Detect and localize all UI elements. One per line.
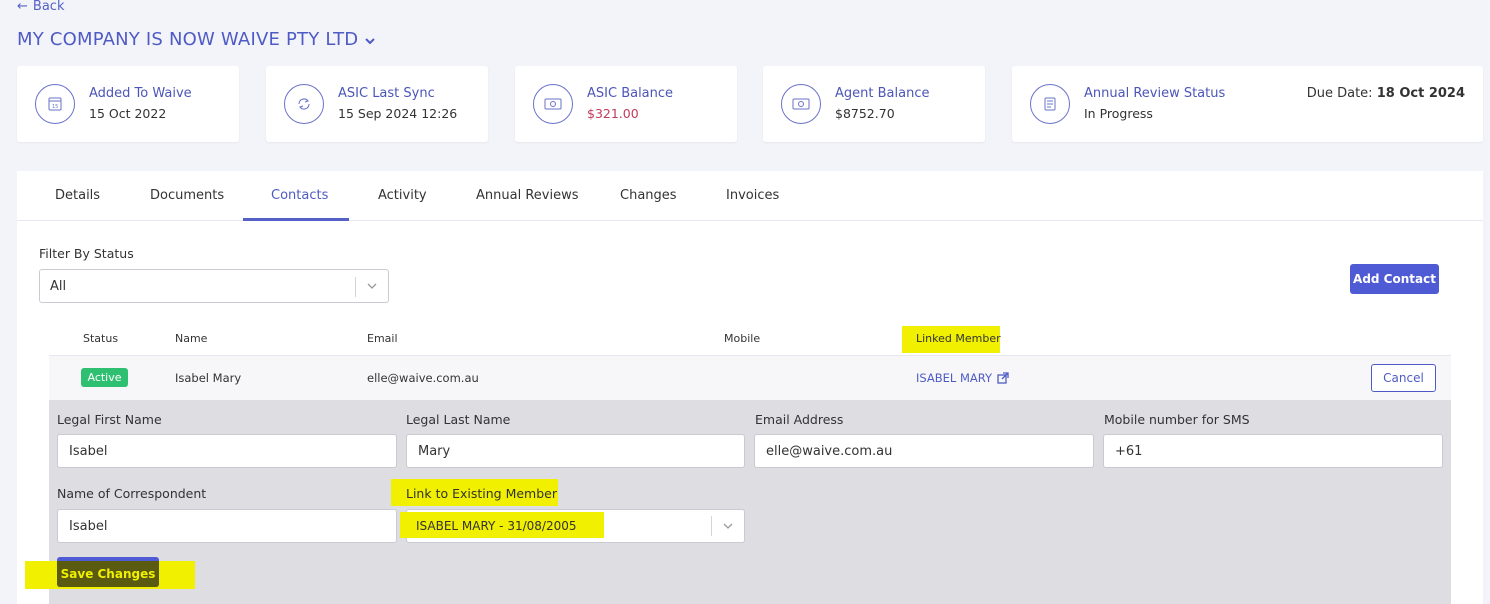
contact-name: Isabel Mary (175, 371, 242, 385)
money-icon (781, 84, 821, 124)
active-tab-indicator (243, 218, 349, 221)
calendar-icon: 15 (35, 84, 75, 124)
card-value: In Progress (1084, 106, 1153, 121)
link-member-value: ISABEL MARY - 31/08/2005 (416, 519, 577, 533)
tab-activity[interactable]: Activity (378, 188, 427, 203)
card-title: ASIC Balance (587, 86, 674, 101)
card-value: 15 Oct 2022 (89, 106, 167, 121)
document-icon (1030, 84, 1070, 124)
svg-text:15: 15 (52, 104, 58, 110)
status-filter-select[interactable]: All (39, 269, 389, 303)
cancel-button[interactable]: Cancel (1371, 364, 1436, 392)
save-changes-label: Save Changes (57, 561, 159, 587)
last-name-label: Legal Last Name (406, 412, 511, 427)
tab-changes[interactable]: Changes (620, 188, 677, 203)
first-name-label: Legal First Name (57, 412, 162, 427)
tab-bar: Details Documents Contacts Activity Annu… (17, 171, 1483, 221)
tab-contacts[interactable]: Contacts (271, 188, 328, 203)
link-member-label: Link to Existing Member (406, 486, 557, 501)
linked-member-link[interactable]: ISABEL MARY (916, 371, 1009, 385)
card-value: $321.00 (587, 106, 639, 121)
column-header-status: Status (83, 332, 119, 345)
back-label: Back (32, 0, 65, 14)
tab-documents[interactable]: Documents (150, 188, 224, 203)
correspondent-value: Isabel (69, 519, 108, 534)
filter-label: Filter By Status (39, 246, 134, 261)
chevron-down-icon (365, 37, 376, 44)
due-date-label: Due Date: (1306, 86, 1373, 101)
card-value: 15 Sep 2024 12:26 (338, 106, 458, 121)
back-link[interactable]: ← Back (17, 0, 64, 14)
table-row: Active Isabel Mary elle@waive.com.au ISA… (49, 356, 1451, 400)
card-asic-last-sync: ASIC Last Sync 15 Sep 2024 12:26 (266, 66, 488, 142)
card-title: ASIC Last Sync (338, 86, 435, 101)
company-name: MY COMPANY IS NOW WAIVE PTY LTD (17, 29, 359, 50)
arrow-left-icon: ← (17, 0, 28, 14)
external-link-icon (997, 372, 1009, 384)
status-badge: Active (81, 368, 128, 387)
last-name-value: Mary (418, 444, 451, 459)
money-icon (533, 84, 573, 124)
card-added-to-waive: 15 Added To Waive 15 Oct 2022 (17, 66, 239, 142)
filter-value: All (50, 279, 67, 294)
column-header-linked-member: Linked Member (916, 332, 1001, 345)
email-value: elle@waive.com.au (766, 444, 893, 459)
email-label: Email Address (755, 412, 844, 427)
save-changes-button[interactable]: Save Changes (57, 557, 159, 587)
last-name-field[interactable]: Mary (406, 434, 745, 468)
tab-details[interactable]: Details (55, 188, 100, 203)
card-title: Agent Balance (835, 86, 930, 101)
correspondent-field[interactable]: Isabel (57, 509, 397, 543)
contacts-panel: Details Documents Contacts Activity Annu… (17, 171, 1483, 604)
mobile-value: +61 (1115, 444, 1143, 459)
first-name-field[interactable]: Isabel (57, 434, 397, 468)
column-header-mobile: Mobile (724, 332, 761, 345)
column-header-name: Name (175, 332, 208, 345)
card-agent-balance: Agent Balance $8752.70 (763, 66, 985, 142)
contact-edit-form: Legal First Name Isabel Legal Last Name … (25, 400, 1451, 604)
mobile-label: Mobile number for SMS (1104, 412, 1250, 427)
email-field[interactable]: elle@waive.com.au (754, 434, 1094, 468)
due-date-value: 18 Oct 2024 (1376, 86, 1465, 101)
card-annual-review-status: Annual Review Status In Progress Due Dat… (1012, 66, 1483, 142)
chevron-down-icon (723, 523, 733, 529)
linked-member-name: ISABEL MARY (916, 371, 993, 385)
contact-email: elle@waive.com.au (367, 371, 479, 385)
select-divider (355, 277, 356, 297)
select-divider (711, 516, 712, 536)
correspondent-label: Name of Correspondent (57, 486, 207, 501)
tab-invoices[interactable]: Invoices (726, 188, 779, 203)
column-header-email: Email (367, 332, 398, 345)
card-title: Annual Review Status (1084, 86, 1226, 101)
company-title-dropdown[interactable]: MY COMPANY IS NOW WAIVE PTY LTD (17, 29, 376, 50)
chevron-down-icon (367, 283, 377, 289)
tab-annual-reviews[interactable]: Annual Reviews (476, 188, 578, 203)
mobile-field[interactable]: +61 (1103, 434, 1443, 468)
first-name-value: Isabel (69, 444, 108, 459)
add-contact-button[interactable]: Add Contact (1350, 264, 1439, 294)
card-title: Added To Waive (89, 86, 192, 101)
sync-icon (284, 84, 324, 124)
card-value: $8752.70 (835, 106, 895, 121)
card-asic-balance: ASIC Balance $321.00 (515, 66, 737, 142)
due-date: Due Date: 18 Oct 2024 (1307, 86, 1465, 101)
